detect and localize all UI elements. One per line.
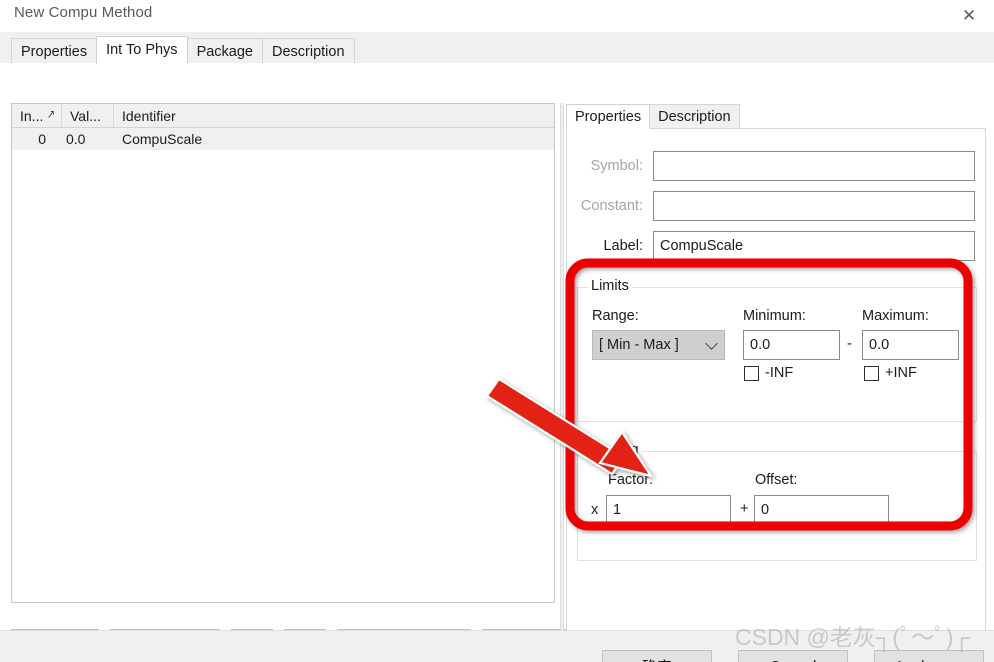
range-label: Range: (592, 308, 639, 324)
sort-ascending-icon: ↗ (46, 107, 55, 121)
scaling-group-title: Scaling (588, 442, 642, 458)
detail-panel: Properties Description Symbol: Constant: (566, 103, 986, 662)
neg-inf-checkbox[interactable]: -INF (744, 365, 793, 381)
cell-identifier: CompuScale (122, 131, 203, 147)
column-header-value[interactable]: Val... (62, 104, 114, 127)
neg-inf-label: -INF (765, 365, 794, 381)
tab-content-pane: In... ↗ Val... Identifier 0 0.0 CompuSca… (0, 63, 994, 662)
detail-properties-pane: Symbol: Constant: Label: CompuScale Limi… (566, 128, 986, 662)
range-select-value: [ Min - Max ] (599, 337, 679, 353)
symbol-input[interactable] (653, 151, 975, 181)
pos-inf-checkbox[interactable]: +INF (864, 365, 917, 381)
csdn-watermark: CSDN @老灰┐(ﾟ～ﾟ)┌ (735, 624, 970, 650)
symbol-field-row: Symbol: (567, 151, 975, 181)
cell-index: 0 (38, 131, 46, 147)
factor-prefix: x (591, 502, 599, 518)
window-title: New Compu Method (14, 4, 153, 21)
title-bar: New Compu Method ✕ (0, 0, 994, 32)
tab-int-to-phys[interactable]: Int To Phys (96, 36, 188, 64)
maximum-label: Maximum: (862, 308, 929, 324)
label-field-row: Label: CompuScale (567, 231, 975, 261)
column-header-index[interactable]: In... ↗ (12, 104, 62, 127)
constant-field-row: Constant: (567, 191, 975, 221)
offset-input[interactable]: 0 (754, 495, 889, 525)
symbol-label: Symbol: (590, 158, 643, 174)
chevron-down-icon (705, 337, 718, 350)
factor-label: Factor: (608, 472, 654, 488)
cell-value: 0.0 (66, 131, 86, 147)
label-label: Label: (603, 238, 643, 254)
tab-properties[interactable]: Properties (11, 38, 98, 64)
compu-method-dialog: New Compu Method ✕ Properties Int To Phy… (0, 0, 994, 662)
detail-tab-bar: Properties Description (566, 103, 740, 129)
column-header-index-label: In... (20, 107, 44, 124)
checkbox-icon (744, 365, 759, 381)
factor-input[interactable]: 1 (606, 495, 731, 525)
maximum-input[interactable]: 0.0 (862, 330, 959, 360)
constant-label: Constant: (580, 198, 643, 214)
panel-splitter[interactable] (560, 103, 564, 662)
main-tab-bar: Properties Int To Phys Package Descripti… (11, 36, 355, 64)
ok-button[interactable]: 确定 (602, 650, 712, 662)
range-separator: - (847, 336, 852, 352)
column-header-identifier[interactable]: Identifier (114, 104, 554, 127)
offset-prefix: + (740, 501, 749, 517)
constant-input[interactable] (653, 191, 975, 221)
limits-group: Limits Range: [ Min - Max ] Minimum: 0.0… (577, 278, 977, 422)
table-row[interactable]: 0 0.0 CompuScale (12, 128, 554, 150)
range-select[interactable]: [ Min - Max ] (592, 330, 725, 360)
tab-description[interactable]: Description (262, 38, 355, 64)
limits-group-title: Limits (588, 278, 632, 294)
tab-package[interactable]: Package (186, 38, 263, 64)
checkbox-icon (864, 365, 879, 381)
close-icon[interactable]: ✕ (946, 0, 992, 30)
detail-tab-description[interactable]: Description (649, 104, 740, 129)
dialog-body: Properties Int To Phys Package Descripti… (0, 32, 994, 662)
detail-tab-properties[interactable]: Properties (566, 104, 651, 129)
minimum-input[interactable]: 0.0 (743, 330, 840, 360)
offset-label: Offset: (755, 472, 798, 488)
label-input[interactable]: CompuScale (653, 231, 975, 261)
compu-scale-list[interactable]: In... ↗ Val... Identifier 0 0.0 CompuSca… (11, 103, 555, 603)
list-header-row: In... ↗ Val... Identifier (12, 104, 554, 128)
scaling-group: Scaling Factor: x 1 + Offset: 0 (577, 442, 977, 561)
minimum-label: Minimum: (743, 308, 806, 324)
pos-inf-label: +INF (885, 365, 917, 381)
